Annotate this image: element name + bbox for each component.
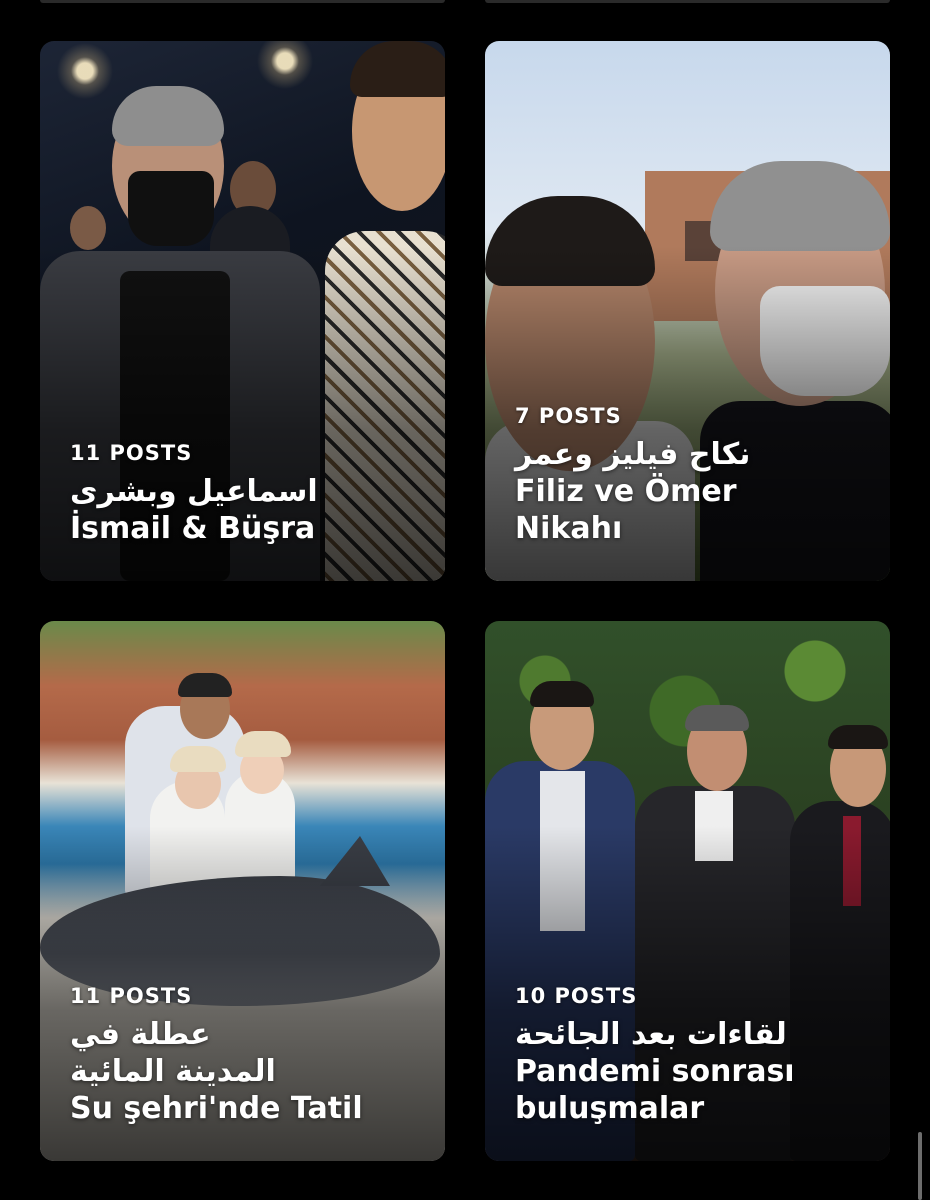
previous-row-card-edge-right: [485, 0, 890, 3]
collection-title-arabic: عطلة في: [70, 1017, 211, 1052]
previous-row-card-edge-left: [40, 0, 445, 3]
post-count: 11 POSTS: [70, 441, 193, 465]
dark-hair: [530, 681, 594, 707]
post-count: 10 POSTS: [515, 984, 638, 1008]
cap: [178, 673, 232, 697]
post-count: 11 POSTS: [70, 984, 193, 1008]
collection-caption: 11 POSTS عطلة في المدينة المائية Su şehr…: [70, 984, 421, 1127]
collection-title-turkish-line2: Nikahı: [515, 511, 623, 546]
collection-caption: 11 POSTS اسماعيل وبشرى İsmail & Büşra: [70, 441, 421, 547]
straw-hat: [235, 731, 291, 757]
gray-hair: [112, 86, 224, 146]
collection-card-pandemi-sonrasi-bulusmalar[interactable]: 10 POSTS لقاءات بعد الجائحة Pandemi sonr…: [485, 621, 890, 1161]
dark-hair: [828, 725, 888, 749]
collection-title-turkish: Su şehri'nde Tatil: [70, 1091, 363, 1126]
collection-title-arabic: نكاح فيليز وعمر: [515, 437, 751, 472]
scroll-indicator[interactable]: [918, 1132, 922, 1200]
collection-caption: 7 POSTS نكاح فيليز وعمر Filiz ve Ömer Ni…: [515, 404, 866, 547]
straw-hat: [170, 746, 226, 772]
collection-card-filiz-omer-nikahi[interactable]: 7 POSTS نكاح فيليز وعمر Filiz ve Ömer Ni…: [485, 41, 890, 581]
face-mask: [128, 171, 214, 246]
collection-title-turkish: İsmail & Büşra: [70, 511, 316, 546]
collection-title-turkish: Pandemi sonrası: [515, 1054, 795, 1089]
gray-hair: [685, 705, 749, 731]
collection-title-turkish-line2: buluşmalar: [515, 1091, 705, 1126]
collection-title-arabic: اسماعيل وبشرى: [70, 474, 318, 509]
collection-card-ismail-busra[interactable]: 11 POSTS اسماعيل وبشرى İsmail & Büşra: [40, 41, 445, 581]
background-person: [70, 206, 106, 250]
collection-title-turkish: Filiz ve Ömer: [515, 474, 737, 509]
post-count: 7 POSTS: [515, 404, 622, 428]
collection-title-arabic: لقاءات بعد الجائحة: [515, 1017, 787, 1052]
collection-card-su-sehri-tatil[interactable]: 11 POSTS عطلة في المدينة المائية Su şehr…: [40, 621, 445, 1161]
collection-title-arabic-line2: المدينة المائية: [70, 1054, 276, 1089]
collection-caption: 10 POSTS لقاءات بعد الجائحة Pandemi sonr…: [515, 984, 866, 1127]
